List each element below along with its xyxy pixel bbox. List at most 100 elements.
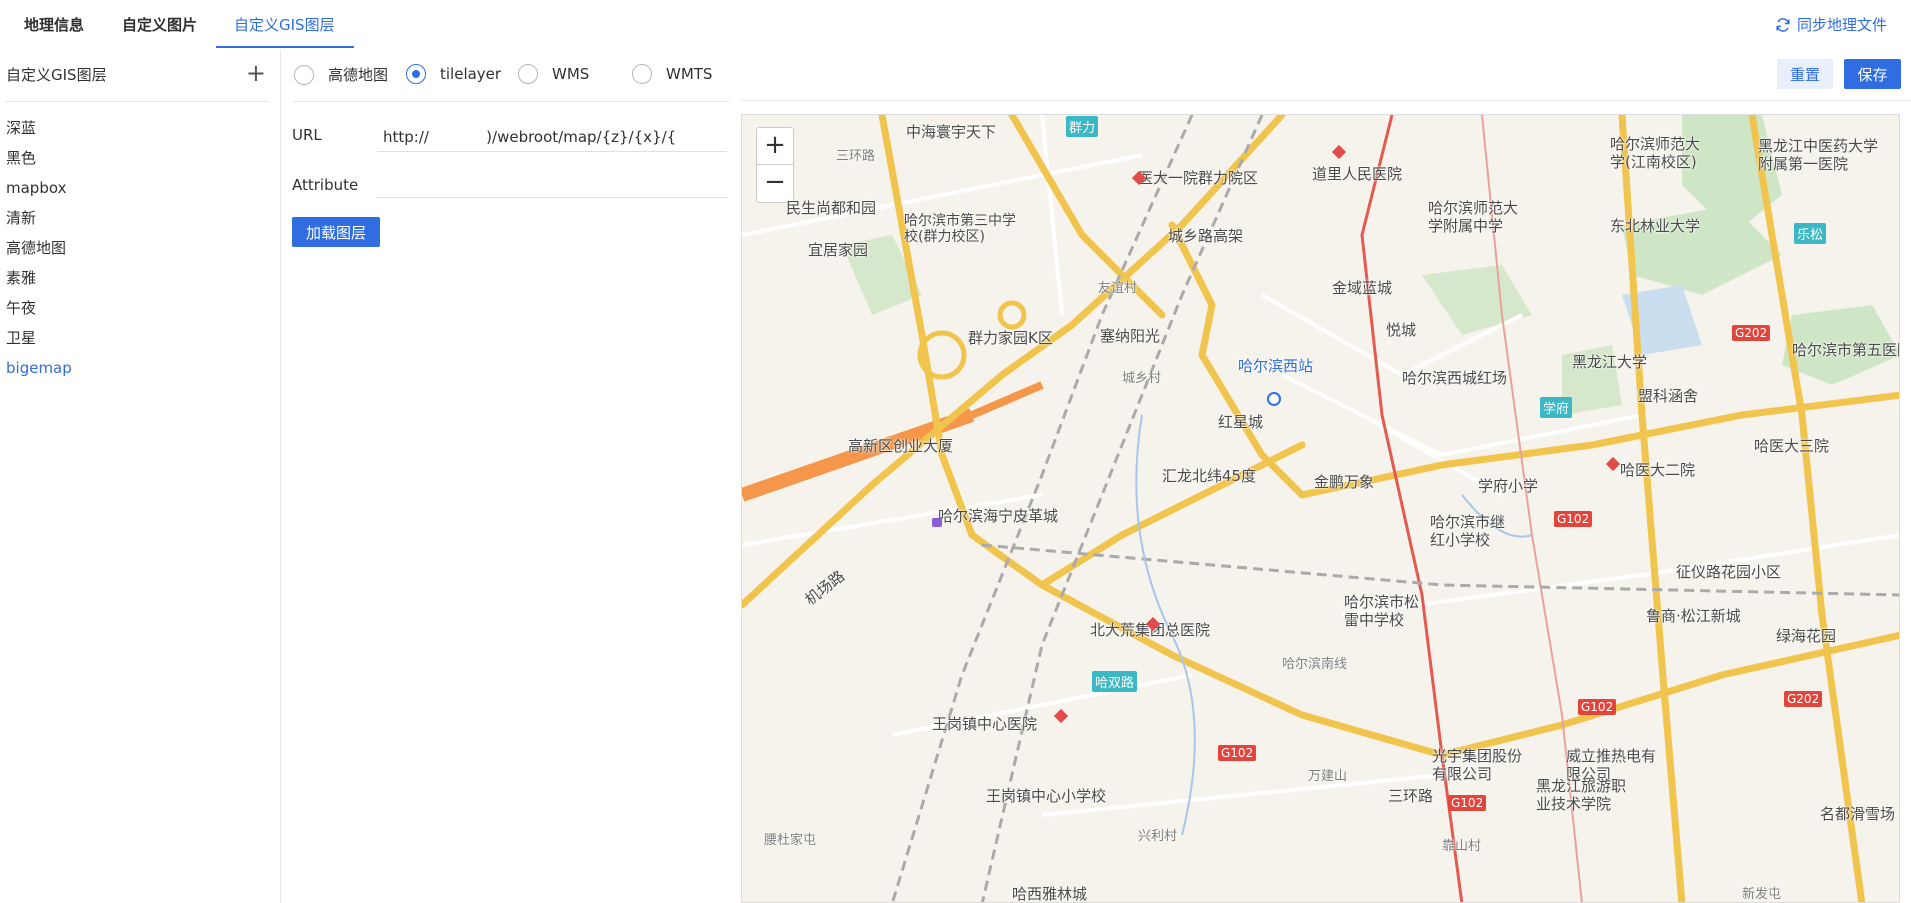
map-label: 哈尔滨南线: [1282, 657, 1348, 672]
shopping-icon: [932, 518, 942, 527]
map-label: 哈尔滨师范大学附属中学: [1428, 199, 1519, 235]
radio-circle-checked: [406, 64, 426, 84]
radio-wmts[interactable]: WMTS: [632, 64, 712, 84]
plus-icon[interactable]: +: [246, 61, 266, 85]
map-road-tag: 哈双路: [1092, 671, 1138, 692]
map-label: 王岗镇中心小学校: [986, 787, 1107, 805]
sidebar-title: 自定义GIS图层: [6, 66, 107, 84]
attribute-label: Attribute: [292, 176, 359, 194]
gis-layer-sidebar: 自定义GIS图层 + 深蓝 黑色 mapbox 清新 高德地图 素雅 午夜 卫星…: [0, 50, 281, 903]
layer-type-radio-group: 高德地图 tilelayer WMS WMTS: [294, 64, 729, 102]
zoom-in-button[interactable]: +: [757, 128, 793, 165]
tab-custom-image[interactable]: 自定义图片: [122, 14, 197, 35]
map-label: 三环路: [836, 149, 876, 164]
zoom-control: + −: [756, 127, 794, 203]
hospital-icon: [1606, 457, 1620, 471]
save-button[interactable]: 保存: [1844, 59, 1901, 89]
radio-amap[interactable]: 高德地图: [294, 64, 388, 85]
map-road-tag: G102: [1448, 795, 1487, 811]
map-label: 红星城: [1218, 413, 1264, 431]
map-label: 医大一院群力院区: [1138, 169, 1259, 187]
map-label: 哈西雅林城: [1012, 885, 1088, 903]
map-road-tag: G102: [1218, 745, 1257, 761]
sync-label: 同步地理文件: [1796, 16, 1887, 34]
map-label: 哈尔滨师范大学(江南校区): [1610, 135, 1701, 171]
layer-item-black[interactable]: 黑色: [6, 148, 72, 178]
map-road-tag: 群力: [1066, 116, 1099, 137]
radio-label: WMTS: [666, 65, 713, 83]
map-label: 哈尔滨市松雷中学校: [1344, 593, 1420, 629]
layer-item-midnight[interactable]: 午夜: [6, 298, 72, 328]
map-road-tag: G102: [1578, 699, 1617, 715]
map-label: 哈尔滨西城红场: [1402, 369, 1508, 387]
layer-item-fresh[interactable]: 清新: [6, 208, 72, 238]
map-label: 盟科涵舍: [1638, 387, 1699, 405]
layer-item-amap[interactable]: 高德地图: [6, 238, 72, 268]
map-label: 城乡村: [1122, 371, 1162, 386]
map-label: 金鹏万象: [1314, 473, 1375, 491]
hospital-icon: [1132, 171, 1146, 185]
map-label: 靠山村: [1442, 839, 1482, 854]
radio-circle: [518, 64, 538, 84]
map-label: 黑龙江大学: [1572, 353, 1648, 371]
map-label: 东北林业大学: [1610, 217, 1701, 235]
map-label: 民生尚都和园: [786, 199, 877, 217]
radio-label: tilelayer: [440, 65, 502, 83]
hospital-icon: [1146, 617, 1160, 631]
radio-label: WMS: [552, 65, 590, 83]
url-input[interactable]: [377, 122, 727, 152]
map-label: 哈医大二院: [1620, 461, 1696, 479]
sync-geo-file-button[interactable]: 同步地理文件: [1775, 14, 1887, 35]
map-road-tag: 学府: [1540, 397, 1573, 418]
map-label: 宜居家园: [808, 241, 869, 259]
map-label: 哈尔滨海宁皮革城: [938, 507, 1059, 525]
map-label: 悦城: [1386, 321, 1417, 339]
tab-geo-info[interactable]: 地理信息: [24, 14, 84, 35]
map-label: 王岗镇中心医院: [932, 715, 1038, 733]
map-label: 兴利村: [1138, 829, 1178, 844]
layer-item-elegant[interactable]: 素雅: [6, 268, 72, 298]
map-label: 绿海花园: [1776, 627, 1837, 645]
map-label: 名都滑雪场: [1820, 805, 1896, 823]
radio-circle: [632, 64, 652, 84]
refresh-icon: [1776, 17, 1790, 32]
layer-item-bigemap[interactable]: bigemap: [6, 358, 72, 388]
layer-list: 深蓝 黑色 mapbox 清新 高德地图 素雅 午夜 卫星 bigemap: [6, 118, 72, 388]
map-label: 群力家园K区: [968, 329, 1053, 347]
map-label: 友谊村: [1098, 281, 1138, 296]
map-label: 哈尔滨市第五医院: [1792, 341, 1899, 359]
map-preview[interactable]: + − 中海寰宇天下 群力 三环路 民生尚都和园 宜居家园 哈尔滨市第三中学校(…: [741, 114, 1900, 903]
map-label: 中海寰宇天下: [906, 123, 997, 141]
map-label: 金域蓝城: [1332, 279, 1393, 297]
radio-circle: [294, 64, 314, 85]
layer-config-form: 高德地图 tilelayer WMS WMTS URL Attribute 加载…: [282, 50, 729, 310]
map-label: 三环路: [1388, 787, 1434, 805]
map-label: 征仪路花园小区: [1676, 563, 1782, 581]
map-road-tag: G102: [1554, 511, 1593, 527]
top-tab-bar: 地理信息 自定义图片 自定义GIS图层 同步地理文件: [0, 0, 1911, 50]
map-road-tag: 乐松: [1794, 223, 1827, 244]
map-label: 塞纳阳光: [1100, 327, 1161, 345]
layer-item-deep-blue[interactable]: 深蓝: [6, 118, 72, 148]
map-label: 哈医大三院: [1754, 437, 1830, 455]
map-label: 黑龙江旅游职业技术学院: [1536, 777, 1627, 813]
radio-tilelayer[interactable]: tilelayer: [406, 64, 501, 84]
map-label: 哈尔滨市继红小学校: [1430, 513, 1506, 549]
divider: [740, 100, 1911, 101]
radio-wms[interactable]: WMS: [518, 64, 589, 84]
map-label: 高新区创业大厦: [848, 437, 954, 455]
tab-custom-gis-layer[interactable]: 自定义GIS图层: [234, 14, 335, 35]
layer-item-satellite[interactable]: 卫星: [6, 328, 72, 358]
layer-item-mapbox[interactable]: mapbox: [6, 178, 72, 208]
attribute-input[interactable]: [377, 170, 727, 198]
hospital-icon: [1054, 709, 1068, 723]
station-icon: [1267, 392, 1281, 406]
map-label: 城乡路高架: [1168, 227, 1244, 245]
map-road-tag: G202: [1732, 325, 1771, 341]
reset-button[interactable]: 重置: [1777, 59, 1833, 89]
radio-label: 高德地图: [328, 66, 389, 84]
active-tab-indicator: [216, 46, 354, 48]
map-label: 哈尔滨西站: [1238, 357, 1314, 375]
load-layer-button[interactable]: 加载图层: [292, 217, 380, 247]
map-label: 哈尔滨市第三中学校(群力校区): [904, 213, 1016, 245]
